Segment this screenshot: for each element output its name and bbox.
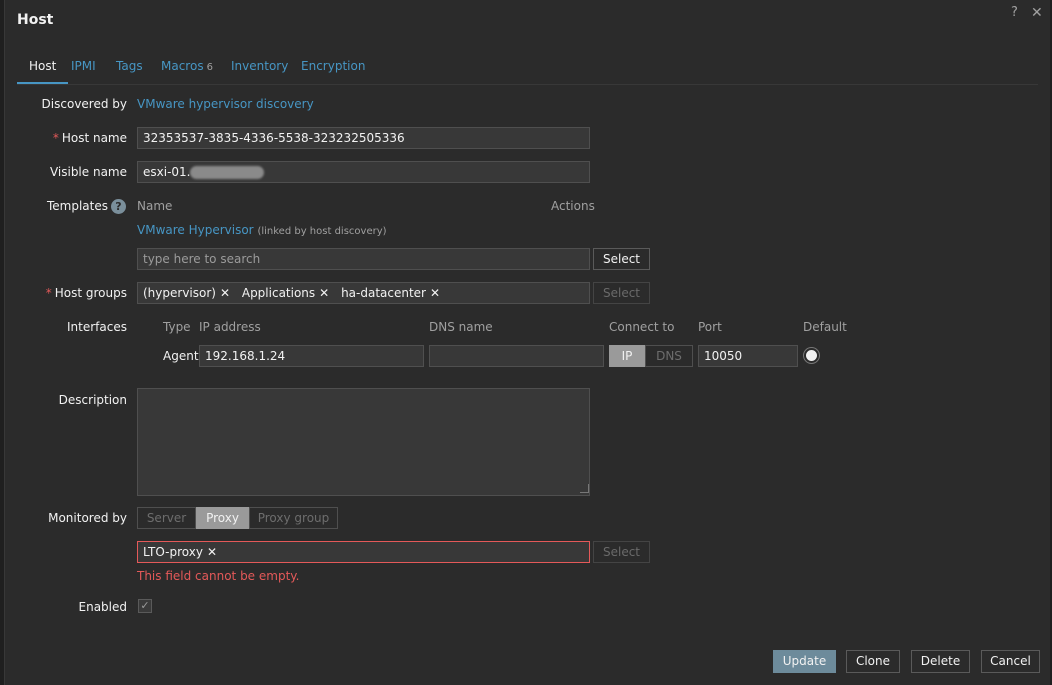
visible-name-label: Visible name xyxy=(49,165,127,179)
template-note: (linked by host discovery) xyxy=(257,226,387,237)
discovered-by-link[interactable]: VMware hypervisor discovery xyxy=(137,97,314,111)
host-groups-multiselect[interactable]: (hypervisor) ✕ Applications ✕ ha-datacente… xyxy=(137,282,590,304)
iface-dns-input[interactable] xyxy=(429,345,604,367)
enabled-label: Enabled xyxy=(78,600,128,614)
enabled-checkbox[interactable]: ✓ xyxy=(138,599,152,613)
iface-port-input[interactable]: 10050 xyxy=(698,345,798,367)
remove-chip-icon[interactable]: ✕ xyxy=(319,286,329,300)
host-groups-label: * Host groups xyxy=(5,286,127,300)
host-group-chip: (hypervisor) ✕ xyxy=(141,283,232,303)
remove-chip-icon[interactable]: ✕ xyxy=(207,545,217,559)
iface-col-ip: IP address xyxy=(199,320,261,334)
dialog-title: Host xyxy=(17,12,54,28)
tab-inventory-label: Inventory xyxy=(231,59,289,73)
resize-handle-icon[interactable] xyxy=(580,484,589,493)
connect-ip-toggle[interactable]: IP xyxy=(609,345,645,367)
delete-button[interactable]: Delete xyxy=(911,650,970,673)
remove-chip-icon[interactable]: ✕ xyxy=(430,286,440,300)
iface-type: Agent xyxy=(163,349,199,363)
host-group-chip: Applications ✕ xyxy=(240,283,331,303)
tab-macros[interactable]: Macros 6 xyxy=(161,58,213,82)
clone-button[interactable]: Clone xyxy=(846,650,900,673)
host-groups-select-button[interactable]: Select xyxy=(593,282,650,304)
description-textarea[interactable] xyxy=(137,388,590,496)
proxy-select-button[interactable]: Select xyxy=(593,541,650,563)
iface-col-default: Default xyxy=(803,320,847,334)
chip-label: Applications xyxy=(241,286,316,300)
host-name-label-text: Host name xyxy=(61,131,127,145)
iface-col-dns: DNS name xyxy=(429,320,493,334)
template-row: VMware Hypervisor (linked by host discov… xyxy=(137,223,387,237)
discovered-by-label: Discovered by xyxy=(41,97,127,111)
close-icon[interactable]: ✕ xyxy=(1031,5,1043,21)
templates-label: Templates xyxy=(46,199,108,213)
tab-encryption[interactable]: Encryption xyxy=(301,58,365,82)
macros-count-badge: 6 xyxy=(206,62,213,73)
interfaces-label: Interfaces xyxy=(67,320,127,334)
tab-ipmi-label: IPMI xyxy=(71,59,96,73)
host-name-label: * Host name xyxy=(5,131,127,145)
host-group-chip: ha-datacenter ✕ xyxy=(339,283,442,303)
monitored-server-option[interactable]: Server xyxy=(137,507,196,529)
cancel-button[interactable]: Cancel xyxy=(981,650,1040,673)
proxy-multiselect[interactable]: LTO-proxy ✕ xyxy=(137,541,590,563)
monitored-proxy-option[interactable]: Proxy xyxy=(196,507,249,529)
help-icon[interactable]: ? xyxy=(1011,5,1018,20)
template-search-input[interactable]: type here to search xyxy=(137,248,590,270)
tab-inventory[interactable]: Inventory xyxy=(231,58,288,82)
tab-encryption-label: Encryption xyxy=(301,59,366,73)
description-label: Description xyxy=(58,393,127,407)
host-name-input[interactable]: 32353537-3835-4336-5538-323232505336 xyxy=(137,127,590,149)
monitored-by-label: Monitored by xyxy=(48,511,127,525)
tab-host[interactable]: Host xyxy=(17,58,69,84)
remove-chip-icon[interactable]: ✕ xyxy=(220,286,230,300)
iface-col-port: Port xyxy=(698,320,722,334)
tab-ipmi[interactable]: IPMI xyxy=(71,58,96,82)
proxy-chip: LTO-proxy ✕ xyxy=(141,542,219,562)
update-button[interactable]: Update xyxy=(773,650,836,673)
host-dialog: Host ? ✕ Host IPMI Tags Macros 6 Inventor… xyxy=(4,0,1050,685)
proxy-error-message: This field cannot be empty. xyxy=(137,569,300,583)
visible-name-text: esxi-01. xyxy=(143,165,191,179)
default-interface-radio[interactable] xyxy=(804,348,819,363)
iface-col-type: Type xyxy=(163,320,191,334)
template-select-button[interactable]: Select xyxy=(593,248,650,270)
chip-label: ha-datacenter xyxy=(341,286,426,300)
connect-dns-toggle[interactable]: DNS xyxy=(645,345,693,367)
monitored-proxy-group-option[interactable]: Proxy group xyxy=(249,507,338,529)
template-link[interactable]: VMware Hypervisor xyxy=(137,223,254,237)
host-groups-label-text: Host groups xyxy=(54,286,127,300)
chip-label: (hypervisor) xyxy=(143,286,216,300)
tab-tags-label: Tags xyxy=(116,59,143,73)
tab-tags[interactable]: Tags xyxy=(116,58,143,82)
required-marker: * xyxy=(45,286,52,300)
iface-col-connect: Connect to xyxy=(609,320,675,334)
redacted-blur xyxy=(190,166,265,179)
templates-help-icon[interactable]: ? xyxy=(111,199,126,214)
tab-bar: Host IPMI Tags Macros 6 Inventory Encrypt… xyxy=(17,58,1038,85)
required-marker: * xyxy=(52,131,59,145)
tab-host-label: Host xyxy=(29,59,57,73)
templates-col-actions: Actions xyxy=(551,199,595,213)
templates-col-name: Name xyxy=(137,199,173,213)
iface-ip-input[interactable]: 192.168.1.24 xyxy=(199,345,424,367)
tab-macros-label: Macros xyxy=(161,59,204,73)
chip-label: LTO-proxy xyxy=(143,545,203,559)
visible-name-input[interactable]: esxi-01. xyxy=(137,161,590,183)
